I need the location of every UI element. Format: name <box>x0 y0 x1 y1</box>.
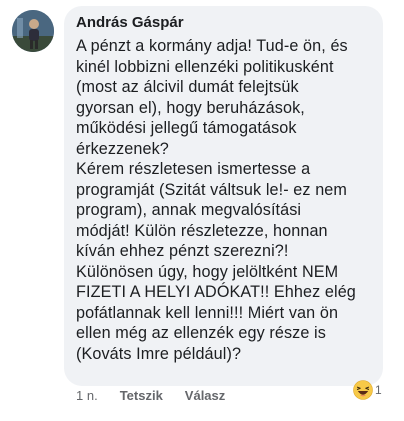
like-button[interactable]: Tetszik <box>120 388 163 403</box>
haha-emoji-icon <box>353 380 373 400</box>
comment-author[interactable]: András Gáspár <box>76 14 371 32</box>
reaction-count: 1 <box>375 383 382 397</box>
comment-bubble: András Gáspár A pénzt a kormány adja! Tu… <box>64 6 383 386</box>
comment-actions: 1 n. Tetszik Válasz <box>76 388 247 403</box>
reaction-summary[interactable]: 1 <box>353 380 382 400</box>
avatar[interactable] <box>12 10 54 52</box>
comment-time[interactable]: 1 n. <box>76 388 98 403</box>
avatar-photo-icon <box>12 10 54 52</box>
comment-text: A pénzt a kormány adja! Tud-e ön, és kin… <box>76 37 356 363</box>
reply-button[interactable]: Válasz <box>185 388 225 403</box>
